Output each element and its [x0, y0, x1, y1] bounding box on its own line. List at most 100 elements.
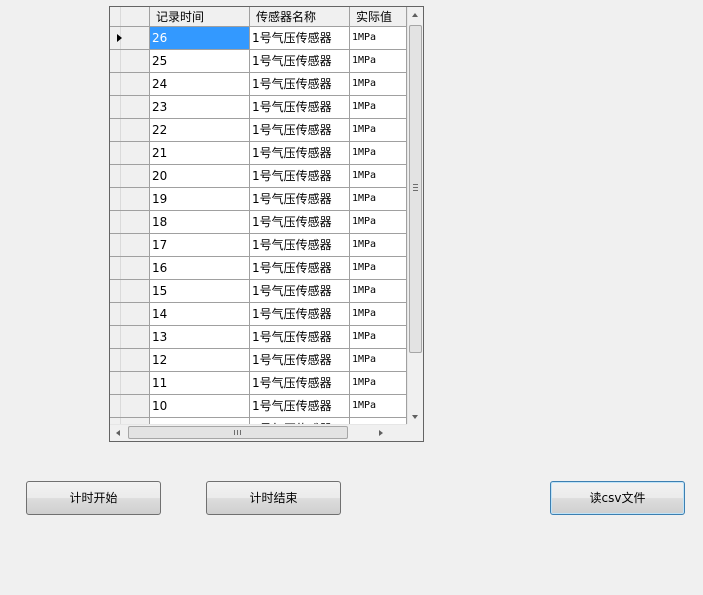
- column-header-time[interactable]: 记录时间: [150, 7, 250, 27]
- sensor-cell[interactable]: 1号气压传感器: [250, 395, 350, 418]
- row-header[interactable]: [110, 73, 150, 96]
- data-grid[interactable]: 记录时间 传感器名称 实际值 26 1号气压传感器 1MPa 25 1号气压传感器 1MP…: [109, 6, 424, 442]
- row-header[interactable]: [110, 96, 150, 119]
- row-header[interactable]: [110, 188, 150, 211]
- vertical-scrollbar[interactable]: [407, 7, 423, 424]
- column-header-value[interactable]: 实际值: [350, 7, 407, 27]
- table-row[interactable]: 13 1号气压传感器 1MPa: [110, 326, 407, 349]
- time-cell[interactable]: 11: [150, 372, 250, 395]
- sensor-cell[interactable]: 1号气压传感器: [250, 211, 350, 234]
- table-row[interactable]: 11 1号气压传感器 1MPa: [110, 372, 407, 395]
- table-row[interactable]: 23 1号气压传感器 1MPa: [110, 96, 407, 119]
- table-row[interactable]: 21 1号气压传感器 1MPa: [110, 142, 407, 165]
- row-header[interactable]: [110, 165, 150, 188]
- row-header[interactable]: [110, 257, 150, 280]
- sensor-cell[interactable]: 1号气压传感器: [250, 119, 350, 142]
- sensor-cell[interactable]: 1号气压传感器: [250, 234, 350, 257]
- value-cell[interactable]: 1MPa: [350, 234, 407, 257]
- table-row[interactable]: 16 1号气压传感器 1MPa: [110, 257, 407, 280]
- time-cell[interactable]: 15: [150, 280, 250, 303]
- value-cell[interactable]: 1MPa: [350, 142, 407, 165]
- sensor-cell[interactable]: 1号气压传感器: [250, 303, 350, 326]
- table-row[interactable]: 12 1号气压传感器 1MPa: [110, 349, 407, 372]
- time-cell[interactable]: 16: [150, 257, 250, 280]
- row-header[interactable]: [110, 326, 150, 349]
- table-row[interactable]: 10 1号气压传感器 1MPa: [110, 395, 407, 418]
- table-row[interactable]: 18 1号气压传感器 1MPa: [110, 211, 407, 234]
- row-header[interactable]: [110, 50, 150, 73]
- vertical-scroll-thumb[interactable]: [409, 25, 422, 353]
- table-row[interactable]: 24 1号气压传感器 1MPa: [110, 73, 407, 96]
- value-cell[interactable]: 1MPa: [350, 165, 407, 188]
- table-row[interactable]: 15 1号气压传感器 1MPa: [110, 280, 407, 303]
- table-row[interactable]: 17 1号气压传感器 1MPa: [110, 234, 407, 257]
- table-row[interactable]: 20 1号气压传感器 1MPa: [110, 165, 407, 188]
- row-header[interactable]: [110, 280, 150, 303]
- sensor-cell[interactable]: 1号气压传感器: [250, 96, 350, 119]
- value-cell[interactable]: 1MPa: [350, 50, 407, 73]
- time-cell[interactable]: 20: [150, 165, 250, 188]
- row-header[interactable]: [110, 395, 150, 418]
- table-row[interactable]: 19 1号气压传感器 1MPa: [110, 188, 407, 211]
- value-cell[interactable]: 1MPa: [350, 372, 407, 395]
- horizontal-scrollbar[interactable]: [110, 424, 407, 441]
- row-header[interactable]: [110, 303, 150, 326]
- value-cell[interactable]: 1MPa: [350, 211, 407, 234]
- sensor-cell[interactable]: 1号气压传感器: [250, 280, 350, 303]
- value-cell[interactable]: 1MPa: [350, 119, 407, 142]
- sensor-cell[interactable]: 1号气压传感器: [250, 326, 350, 349]
- column-header-sensor[interactable]: 传感器名称: [250, 7, 350, 27]
- row-header[interactable]: [110, 142, 150, 165]
- value-cell[interactable]: 1MPa: [350, 395, 407, 418]
- scroll-down-arrow-icon[interactable]: [412, 415, 418, 419]
- value-cell[interactable]: 1MPa: [350, 257, 407, 280]
- time-cell[interactable]: 13: [150, 326, 250, 349]
- row-header[interactable]: [110, 119, 150, 142]
- sensor-cell[interactable]: 1号气压传感器: [250, 188, 350, 211]
- scroll-left-arrow-icon[interactable]: [116, 430, 120, 436]
- time-cell[interactable]: 18: [150, 211, 250, 234]
- read-csv-button[interactable]: 读csv文件: [550, 481, 685, 515]
- value-cell[interactable]: 1MPa: [350, 326, 407, 349]
- time-cell[interactable]: 22: [150, 119, 250, 142]
- time-cell[interactable]: 26: [150, 27, 250, 50]
- sensor-cell[interactable]: 1号气压传感器: [250, 142, 350, 165]
- value-cell[interactable]: 1MPa: [350, 96, 407, 119]
- value-cell[interactable]: 1MPa: [350, 349, 407, 372]
- time-cell[interactable]: 24: [150, 73, 250, 96]
- time-cell[interactable]: 21: [150, 142, 250, 165]
- scroll-up-arrow-icon[interactable]: [412, 13, 418, 17]
- sensor-cell[interactable]: 1号气压传感器: [250, 257, 350, 280]
- sensor-cell[interactable]: 1号气压传感器: [250, 349, 350, 372]
- sensor-cell[interactable]: 1号气压传感器: [250, 27, 350, 50]
- sensor-cell[interactable]: 1号气压传感器: [250, 73, 350, 96]
- row-header-corner[interactable]: [110, 7, 150, 27]
- row-header[interactable]: [110, 234, 150, 257]
- start-timer-button[interactable]: 计时开始: [26, 481, 161, 515]
- time-cell[interactable]: 19: [150, 188, 250, 211]
- time-cell[interactable]: 25: [150, 50, 250, 73]
- table-row[interactable]: 14 1号气压传感器 1MPa: [110, 303, 407, 326]
- value-cell[interactable]: 1MPa: [350, 188, 407, 211]
- value-cell[interactable]: 1MPa: [350, 303, 407, 326]
- sensor-cell[interactable]: 1号气压传感器: [250, 165, 350, 188]
- row-header[interactable]: [110, 27, 150, 50]
- time-cell[interactable]: 10: [150, 395, 250, 418]
- row-header[interactable]: [110, 349, 150, 372]
- time-cell[interactable]: 14: [150, 303, 250, 326]
- horizontal-scroll-thumb[interactable]: [128, 426, 348, 439]
- table-row[interactable]: 26 1号气压传感器 1MPa: [110, 27, 407, 50]
- time-cell[interactable]: 12: [150, 349, 250, 372]
- time-cell[interactable]: 17: [150, 234, 250, 257]
- row-header[interactable]: [110, 211, 150, 234]
- sensor-cell[interactable]: 1号气压传感器: [250, 372, 350, 395]
- stop-timer-button[interactable]: 计时结束: [206, 481, 341, 515]
- value-cell[interactable]: 1MPa: [350, 280, 407, 303]
- value-cell[interactable]: 1MPa: [350, 27, 407, 50]
- scroll-right-arrow-icon[interactable]: [379, 430, 383, 436]
- time-cell[interactable]: 23: [150, 96, 250, 119]
- sensor-cell[interactable]: 1号气压传感器: [250, 50, 350, 73]
- value-cell[interactable]: 1MPa: [350, 73, 407, 96]
- row-header[interactable]: [110, 372, 150, 395]
- table-row[interactable]: 25 1号气压传感器 1MPa: [110, 50, 407, 73]
